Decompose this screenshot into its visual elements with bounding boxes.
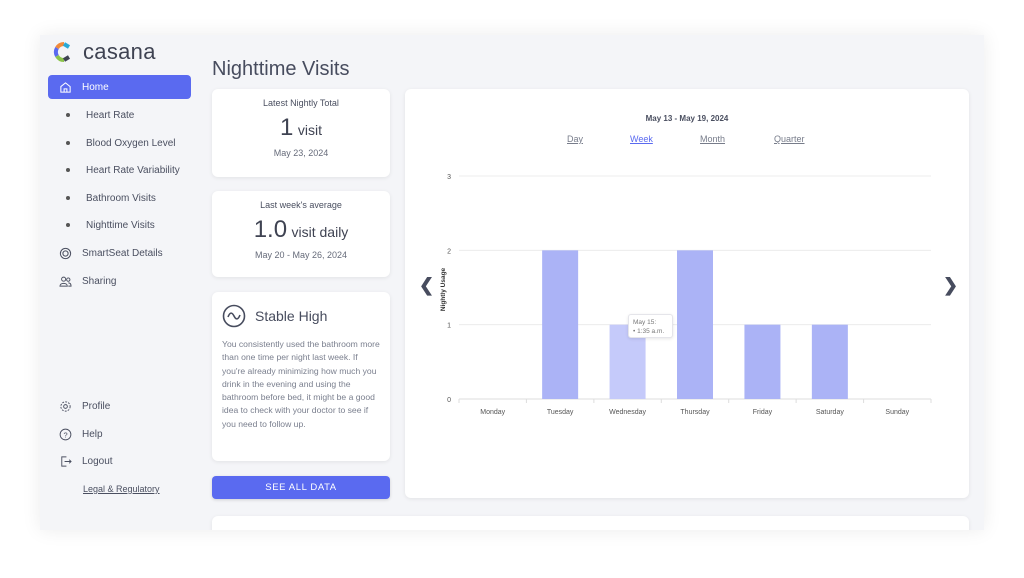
average-value: 1.0	[253, 216, 288, 243]
sidebar-item-help[interactable]: ? Help	[48, 422, 191, 446]
y-tick-label: 3	[447, 174, 451, 181]
tooltip-item: 1:35 a.m.	[637, 328, 665, 335]
chart-tooltip: May 15: • 1:35 a.m.	[628, 314, 673, 338]
x-tick-label: Monday	[480, 409, 505, 416]
latest-label: Latest Nightly Total	[263, 98, 339, 108]
bar-friday	[744, 324, 781, 399]
gear-icon	[58, 399, 72, 413]
average-unit: visit daily	[291, 224, 349, 240]
home-icon	[58, 80, 72, 94]
y-tick-label: 0	[447, 397, 451, 404]
sidebar-item-label: Profile	[82, 400, 111, 412]
brand-name: casana	[83, 39, 156, 64]
x-tick-label: Thursday	[680, 409, 710, 416]
sidebar-item-smartseat-details[interactable]: SmartSeat Details	[48, 241, 191, 265]
sidebar-item-label: Blood Oxygen Level	[86, 137, 176, 149]
bar-saturday	[811, 324, 848, 399]
bullet-icon	[66, 113, 70, 117]
bullet-icon	[66, 223, 70, 227]
logout-icon	[58, 454, 72, 468]
bullet-icon	[66, 196, 70, 200]
bullet-icon	[66, 141, 70, 145]
sidebar-item-profile[interactable]: Profile	[48, 394, 191, 418]
sidebar-item-heart-rate-variability[interactable]: Heart Rate Variability	[48, 158, 191, 182]
bar-tuesday	[542, 250, 579, 399]
bar-chart: 0 1 2 3 Nightly Usage Monday Tuesday Wednesday T…	[440, 174, 932, 416]
x-tick-label: Sunday	[885, 409, 909, 416]
sidebar-item-blood-oxygen-level[interactable]: Blood Oxygen Level	[48, 131, 191, 155]
x-tick-label: Tuesday	[547, 409, 574, 416]
bar-thursday	[677, 250, 713, 399]
x-tick-label: Friday	[753, 409, 773, 416]
latest-unit: visit	[297, 122, 322, 138]
sidebar-item-nighttime-visits[interactable]: Nighttime Visits	[48, 213, 191, 237]
latest-value: 1	[280, 114, 294, 141]
y-tick-label: 2	[447, 248, 451, 255]
sidebar-item-label: SmartSeat Details	[82, 247, 163, 259]
sidebar-item-label: Heart Rate Variability	[86, 164, 180, 176]
average-card: Last week's average 1.0 visit daily May …	[212, 191, 390, 277]
sidebar-item-label: Nighttime Visits	[86, 219, 155, 231]
users-icon	[58, 274, 72, 288]
app-window: casana Home Heart Rate Blood Oxygen Level H…	[40, 35, 984, 530]
chart-card: May 13 - May 19, 2024 Day Week Month Qua…	[405, 89, 969, 498]
insight-text: You consistently used the bathroom more …	[222, 339, 380, 429]
sidebar-item-bathroom-visits[interactable]: Bathroom Visits	[48, 186, 191, 210]
page-title: Nighttime Visits	[212, 58, 350, 80]
seat-icon	[58, 246, 72, 260]
sidebar-item-heart-rate[interactable]: Heart Rate	[48, 103, 191, 127]
bullet-icon	[66, 168, 70, 172]
latest-total-card: Latest Nightly Total 1 visit May 23, 202…	[212, 89, 390, 177]
sidebar-item-label: Home	[82, 81, 109, 93]
sidebar-item-label: Sharing	[82, 275, 117, 287]
x-tick-label: Wednesday	[609, 409, 646, 416]
sidebar-item-label: Logout	[82, 455, 113, 467]
wave-icon	[222, 304, 246, 328]
sidebar-item-label: Help	[82, 428, 103, 440]
logo: casana	[53, 39, 156, 65]
legal-link[interactable]: Legal & Regulatory	[83, 484, 160, 494]
insight-title: Stable High	[255, 308, 328, 324]
svg-text:?: ?	[63, 430, 67, 439]
sidebar-item-logout[interactable]: Logout	[48, 449, 191, 473]
tooltip-title: May 15:	[633, 319, 657, 326]
sidebar-item-home[interactable]: Home	[48, 75, 191, 99]
see-all-data-button[interactable]: SEE ALL DATA	[212, 476, 390, 499]
latest-date: May 23, 2024	[273, 148, 329, 158]
help-icon: ?	[58, 427, 72, 441]
insight-card: Stable High You consistently used the ba…	[212, 292, 390, 461]
average-date: May 20 - May 26, 2024	[254, 250, 348, 260]
average-label: Last week's average	[260, 200, 342, 210]
y-axis-label: Nightly Usage	[440, 267, 447, 311]
sidebar-item-label: Bathroom Visits	[86, 192, 156, 204]
casana-logo-icon	[53, 41, 71, 63]
sidebar-item-sharing[interactable]: Sharing	[48, 269, 191, 293]
x-tick-label: Saturday	[816, 409, 845, 416]
bottom-card	[212, 516, 969, 530]
sidebar-item-label: Heart Rate	[86, 109, 135, 121]
y-tick-label: 1	[447, 323, 451, 330]
